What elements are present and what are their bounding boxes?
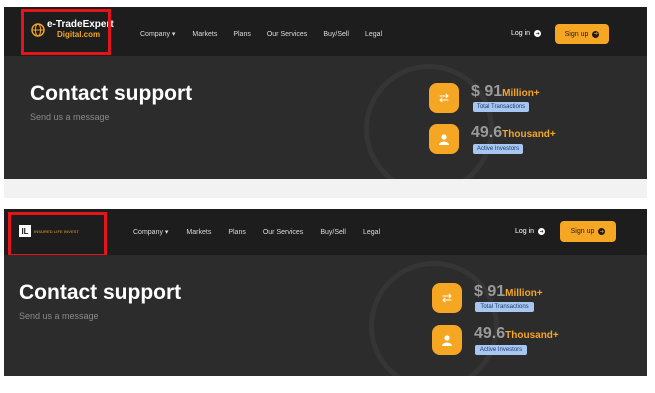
menu-item-company[interactable]: Company ▾ (140, 30, 175, 38)
page-title: Contact support (19, 281, 182, 304)
stat-unit: Thousand+ (505, 330, 559, 341)
signup-label: Sign up (570, 228, 595, 235)
signup-button[interactable]: Sign up ➜ (560, 221, 616, 242)
login-label: Log in (515, 228, 535, 235)
stat-unit: Thousand+ (502, 129, 556, 140)
signup-button[interactable]: Sign up ➜ (555, 24, 609, 44)
hero-section: Contact support Send us a message ⇄ $ 91… (4, 56, 647, 179)
login-label: Log in (511, 30, 531, 37)
stat-active-investors: 49.6Thousand+ (474, 325, 559, 343)
user-icon (429, 124, 459, 154)
menu-item-our-services[interactable]: Our Services (267, 31, 307, 38)
signup-label: Sign up (564, 30, 589, 38)
stat-label: Total Transactions (475, 302, 534, 312)
transfer-icon: ⇄ (432, 283, 462, 313)
menu-item-markets[interactable]: Markets (186, 229, 211, 236)
stat-value: 49.6 (474, 325, 506, 342)
stat-label: Total Transactions (473, 102, 529, 112)
page-gap (4, 179, 647, 198)
page-subtitle: Send us a message (30, 112, 110, 122)
transfer-icon: ⇄ (429, 83, 459, 113)
highlight-box (21, 9, 111, 55)
top-navbar: e-TradeExpert Digital.com Company ▾ Mark… (4, 7, 647, 56)
arrow-right-icon: ➜ (538, 228, 546, 235)
stat-active-investors: 49.6Thousand+ (471, 124, 556, 142)
stat-value: $ 91 (471, 83, 503, 100)
arrow-right-icon: ➜ (534, 30, 542, 37)
page-subtitle: Send us a message (19, 311, 99, 321)
menu-item-buy-sell[interactable]: Buy/Sell (323, 31, 349, 38)
stat-label: Active Investors (473, 144, 523, 154)
arrow-right-icon: ➜ (598, 228, 606, 235)
page-title: Contact support (30, 82, 193, 105)
screenshot-panel-etradeexpert: e-TradeExpert Digital.com Company ▾ Mark… (4, 7, 647, 179)
bull-watermark-icon (364, 64, 494, 179)
menu-item-legal[interactable]: Legal (363, 229, 380, 236)
stat-unit: Million+ (502, 88, 540, 99)
main-menu: Company ▾ Markets Plans Our Services Buy… (140, 30, 382, 39)
stat-total-transactions: $ 91Million+ (471, 83, 540, 101)
highlight-box (8, 212, 107, 257)
arrow-right-icon: ➜ (592, 30, 600, 38)
stat-unit: Million+ (505, 288, 543, 299)
screenshot-panel-insured-life-invest: IL INSURED LIFE INVEST Company ▾ Markets… (4, 209, 647, 376)
menu-item-markets[interactable]: Markets (192, 31, 217, 38)
stat-value: $ 91 (474, 283, 506, 300)
menu-item-legal[interactable]: Legal (365, 31, 382, 38)
stat-total-transactions: $ 91Million+ (474, 283, 543, 301)
login-link[interactable]: Log in ➜ (511, 30, 542, 37)
stat-value: 49.6 (471, 124, 503, 141)
top-navbar: IL INSURED LIFE INVEST Company ▾ Markets… (4, 209, 647, 257)
menu-item-company[interactable]: Company ▾ (133, 228, 168, 236)
bull-watermark-icon (369, 261, 499, 376)
main-menu: Company ▾ Markets Plans Our Services Buy… (133, 228, 380, 237)
menu-item-plans[interactable]: Plans (233, 31, 251, 38)
menu-item-buy-sell[interactable]: Buy/Sell (320, 229, 346, 236)
hero-section: Contact support Send us a message ⇄ $ 91… (4, 255, 647, 376)
stat-label: Active Investors (475, 345, 527, 355)
user-icon (432, 325, 462, 355)
login-link[interactable]: Log in ➜ (515, 228, 546, 235)
menu-item-our-services[interactable]: Our Services (263, 229, 303, 236)
menu-item-plans[interactable]: Plans (228, 229, 246, 236)
